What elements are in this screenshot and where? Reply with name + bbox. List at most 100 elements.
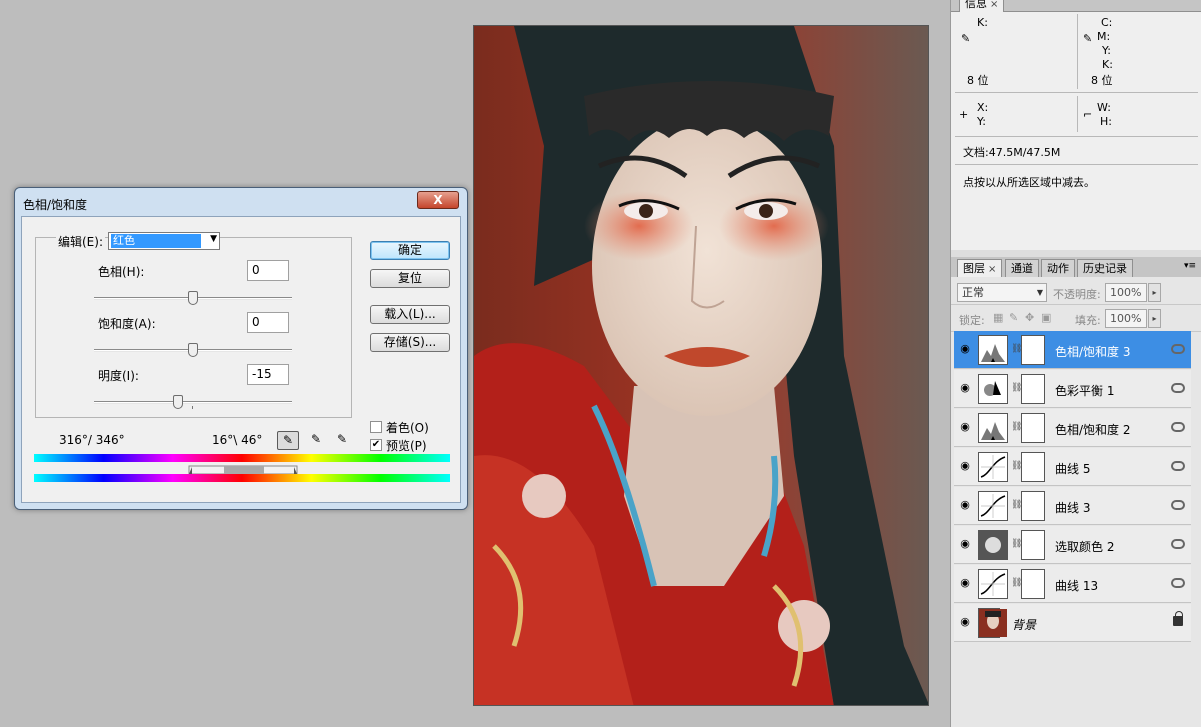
link-icon[interactable] (1171, 383, 1185, 393)
eye-icon[interactable]: ◉ (956, 537, 974, 551)
mask-link-icon[interactable]: ⛓ (1011, 383, 1022, 395)
mask-link-icon[interactable]: ⛓ (1011, 422, 1022, 434)
eye-icon[interactable]: ◉ (956, 420, 974, 434)
save-button[interactable]: 存储(S)... (370, 333, 450, 352)
layer-thumbnail[interactable] (978, 335, 1008, 365)
link-icon[interactable] (1171, 578, 1185, 588)
layer-name[interactable]: 色相/饱和度 2 (1055, 421, 1131, 438)
layer-row[interactable]: ◉ ⛓ 曲线 13 (954, 565, 1191, 603)
colorize-checkbox[interactable] (370, 421, 382, 433)
opacity-input[interactable]: 100% (1105, 283, 1147, 302)
chevron-down-icon: ▼ (1036, 288, 1043, 297)
layer-thumbnail[interactable] (978, 452, 1008, 482)
opacity-arrow-icon[interactable]: ▸ (1148, 283, 1161, 302)
layer-mask-thumbnail[interactable] (1021, 413, 1045, 443)
fill-arrow-icon[interactable]: ▸ (1148, 309, 1161, 328)
layer-name[interactable]: 曲线 5 (1055, 460, 1090, 477)
layer-mask-thumbnail[interactable] (1021, 452, 1045, 482)
layer-name[interactable]: 选取颜色 2 (1055, 538, 1114, 555)
layer-name[interactable]: 曲线 3 (1055, 499, 1090, 516)
info-divider (955, 136, 1198, 137)
lightness-input[interactable]: -15 (247, 364, 289, 385)
reset-button[interactable]: 复位 (370, 269, 450, 288)
eye-icon[interactable]: ◉ (956, 615, 974, 629)
info-divider (1077, 96, 1078, 132)
hue-slider-thumb[interactable] (188, 291, 198, 305)
close-icon[interactable]: × (990, 0, 998, 10)
layer-mask-thumbnail[interactable] (1021, 374, 1045, 404)
eyedropper-tool-button[interactable]: ✎ (277, 431, 299, 450)
panel-menu-icon[interactable]: ▾≡ (1184, 261, 1196, 271)
blend-mode-select[interactable]: 正常 ▼ (957, 283, 1047, 302)
ok-button[interactable]: 确定 (370, 241, 450, 260)
link-icon[interactable] (1171, 539, 1185, 549)
lightness-slider-thumb[interactable] (173, 395, 184, 409)
layer-mask-thumbnail[interactable] (1021, 530, 1045, 560)
edit-channel-select[interactable]: 红色 ▼ (108, 232, 220, 250)
document-canvas[interactable] (473, 25, 929, 706)
mask-link-icon[interactable]: ⛓ (1011, 500, 1022, 512)
info-m-label: M: (1097, 30, 1111, 43)
lock-all-icon[interactable]: ▣ (1041, 311, 1051, 324)
layer-thumbnail[interactable] (978, 374, 1008, 404)
tab-layers-label: 图层 (963, 262, 985, 275)
preview-checkbox[interactable]: ✔ (370, 439, 382, 451)
layer-name[interactable]: 曲线 13 (1055, 577, 1098, 594)
layer-row[interactable]: ◉ ⛓ 色彩平衡 1 (954, 370, 1191, 408)
mask-link-icon[interactable]: ⛓ (1011, 539, 1022, 551)
layer-name[interactable]: 背景 (1012, 616, 1036, 633)
lightness-slider[interactable] (94, 395, 292, 409)
hue-input[interactable]: 0 (247, 260, 289, 281)
load-button[interactable]: 载入(L)... (370, 305, 450, 324)
info-divider (955, 164, 1198, 165)
tab-channels[interactable]: 通道 (1005, 259, 1039, 277)
layer-thumbnail[interactable] (978, 530, 1008, 560)
layer-thumbnail[interactable] (978, 491, 1008, 521)
mask-link-icon[interactable]: ⛓ (1011, 461, 1022, 473)
dialog-titlebar[interactable]: 色相/饱和度 X (15, 188, 467, 216)
layer-row[interactable]: ◉ 背景 (954, 604, 1191, 642)
mask-link-icon[interactable]: ⛓ (1011, 578, 1022, 590)
eye-icon[interactable]: ◉ (956, 459, 974, 473)
lock-transparent-icon[interactable]: ▦ (993, 311, 1003, 324)
fill-input[interactable]: 100% (1105, 309, 1147, 328)
link-icon[interactable] (1171, 500, 1185, 510)
layer-mask-thumbnail[interactable] (1021, 569, 1045, 599)
blend-mode-value: 正常 (962, 286, 984, 299)
layer-name[interactable]: 色彩平衡 1 (1055, 382, 1114, 399)
layer-thumbnail[interactable] (978, 569, 1008, 599)
mask-link-icon[interactable]: ⛓ (1011, 344, 1022, 356)
dialog-close-button[interactable]: X (417, 191, 459, 209)
link-icon[interactable] (1171, 344, 1185, 354)
eye-icon[interactable]: ◉ (956, 342, 974, 356)
layer-row[interactable]: ◉ ⛓ 色相/饱和度 2 (954, 409, 1191, 447)
lock-move-icon[interactable]: ✥ (1025, 311, 1034, 324)
layer-mask-thumbnail[interactable] (1021, 491, 1045, 521)
hue-range-bar[interactable] (34, 464, 450, 475)
layer-row[interactable]: ◉ ⛓ 曲线 3 (954, 487, 1191, 525)
lock-paint-icon[interactable]: ✎ (1009, 311, 1018, 324)
layer-thumbnail[interactable] (978, 608, 1007, 638)
layer-row[interactable]: ◉ ⛓ 选取颜色 2 (954, 526, 1191, 564)
eye-icon[interactable]: ◉ (956, 576, 974, 590)
link-icon[interactable] (1171, 422, 1185, 432)
eyedropper-plus-button[interactable]: ✎ (305, 431, 327, 450)
close-icon[interactable]: × (988, 264, 996, 275)
hue-slider[interactable] (94, 291, 292, 305)
eyedropper-minus-button[interactable]: ✎ (331, 431, 353, 450)
saturation-slider[interactable] (94, 343, 292, 357)
layer-row[interactable]: ◉ ⛓ 色相/饱和度 3 (954, 331, 1191, 369)
saturation-input[interactable]: 0 (247, 312, 289, 333)
link-icon[interactable] (1171, 461, 1185, 471)
layer-mask-thumbnail[interactable] (1021, 335, 1045, 365)
tab-actions[interactable]: 动作 (1041, 259, 1075, 277)
eye-icon[interactable]: ◉ (956, 498, 974, 512)
layer-row[interactable]: ◉ ⛓ 曲线 5 (954, 448, 1191, 486)
saturation-slider-thumb[interactable] (188, 343, 198, 357)
eye-icon[interactable]: ◉ (956, 381, 974, 395)
layer-thumbnail[interactable] (978, 413, 1008, 443)
eyedropper-icon: ✎ (1083, 32, 1093, 45)
layer-name[interactable]: 色相/饱和度 3 (1055, 343, 1131, 360)
tab-history[interactable]: 历史记录 (1077, 259, 1133, 277)
tab-layers[interactable]: 图层 × (957, 259, 1003, 278)
